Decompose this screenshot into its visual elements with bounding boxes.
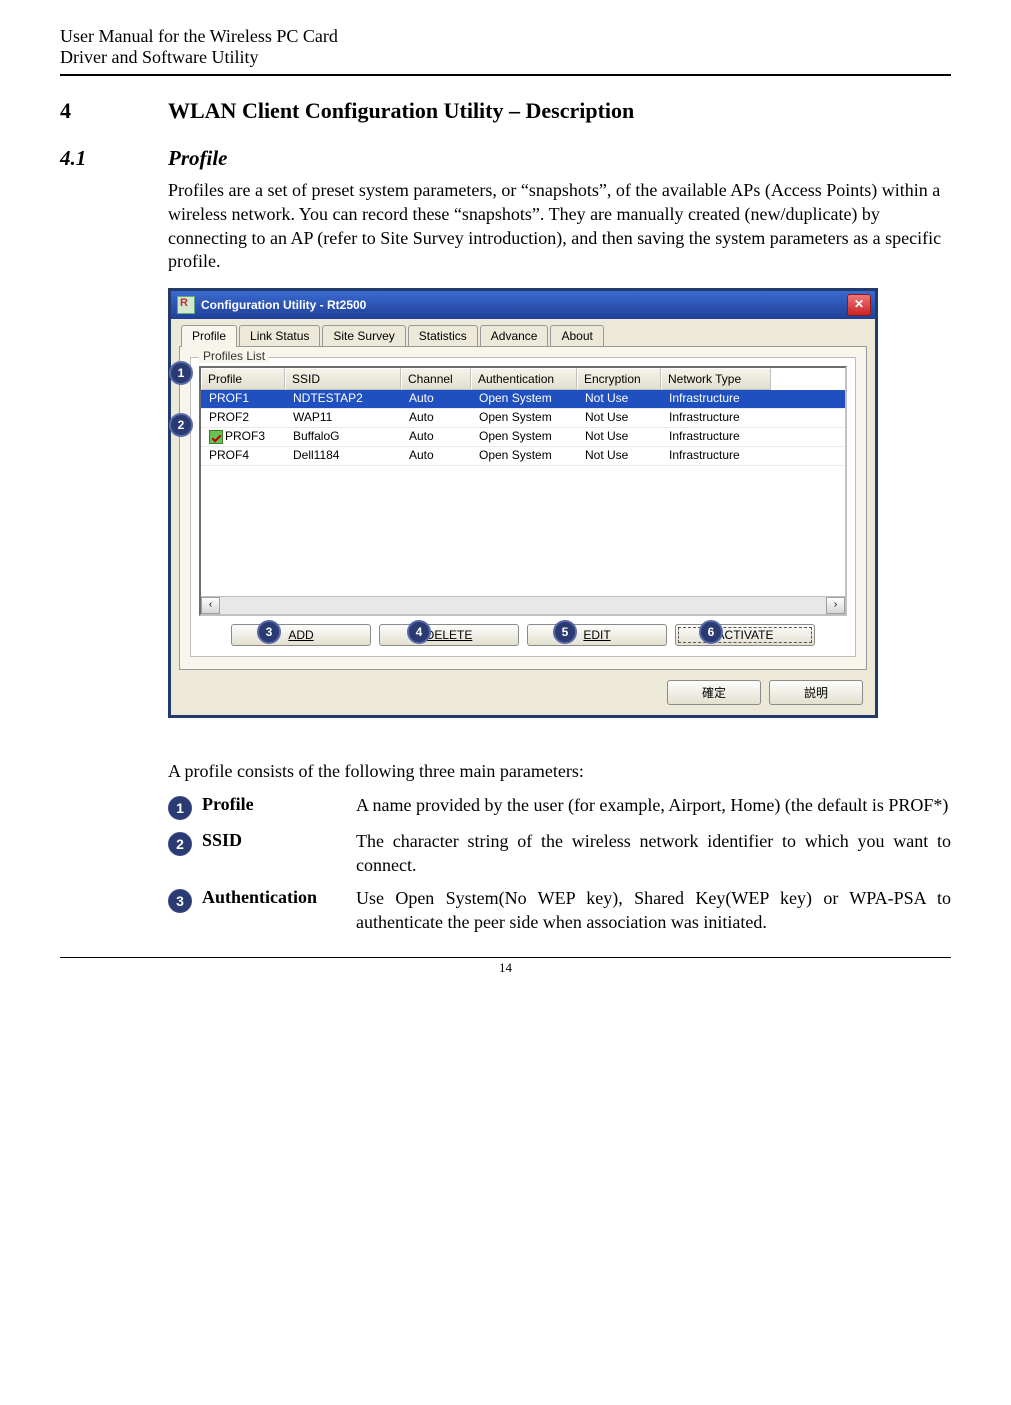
profiles-listview[interactable]: Profile SSID Channel Authentication Encr… [199,366,847,616]
table-cell: Not Use [577,409,661,427]
table-cell: Auto [401,409,471,427]
doc-header-line2: Driver and Software Utility [60,47,951,74]
col-header-profile[interactable]: Profile [201,368,285,390]
callout-1: 1 [169,361,193,385]
table-cell: BuffaloG [285,428,401,446]
param-desc-profile: A name provided by the user (for example… [356,794,951,820]
param-row-authentication: 3 Authentication Use Open System(No WEP … [168,887,951,935]
fieldset-label: Profiles List [199,349,269,363]
table-cell: Open System [471,428,577,446]
table-cell: Dell1184 [285,447,401,465]
bullet-2-icon: 2 [168,832,192,856]
scroll-left-icon[interactable]: ‹ [201,597,220,614]
table-cell: Not Use [577,447,661,465]
profiles-list-fieldset: Profiles List Profile SSID Channel Authe… [190,357,856,657]
close-icon[interactable]: ✕ [847,294,871,316]
page-number: 14 [60,960,951,976]
action-button-row: 3 4 5 6 ADD DELETE EDIT ACTIVATE [199,624,847,646]
tab-statistics[interactable]: Statistics [408,325,478,347]
table-cell: PROF3 [201,428,285,446]
tab-advance[interactable]: Advance [480,325,549,347]
tab-panel-profile: Profiles List Profile SSID Channel Authe… [179,346,867,670]
param-row-profile: 1 Profile A name provided by the user (f… [168,794,951,820]
window-titlebar: Configuration Utility - Rt2500 ✕ [171,291,875,319]
active-check-icon [209,430,223,444]
callout-5: 5 [553,620,577,644]
table-cell: Infrastructure [661,409,771,427]
tab-profile[interactable]: Profile [181,325,237,347]
intro-paragraph-2: A profile consists of the following thre… [168,760,951,784]
col-header-channel[interactable]: Channel [401,368,471,390]
horizontal-scrollbar[interactable]: ‹ › [201,596,845,614]
footer-rule [60,957,951,958]
callout-2: 2 [169,413,193,437]
tab-site-survey[interactable]: Site Survey [322,325,405,347]
activate-button[interactable]: ACTIVATE [675,624,815,646]
activate-button-label: ACTIVATE [717,628,774,642]
dialog-bottom-buttons: 確定 説明 [179,670,867,707]
table-cell: Open System [471,390,577,408]
help-button[interactable]: 説明 [769,680,863,705]
table-cell: WAP11 [285,409,401,427]
table-cell: Not Use [577,390,661,408]
section-number: 4 [60,98,168,124]
table-cell: Infrastructure [661,390,771,408]
edit-button-label: EDIT [583,628,610,642]
table-cell: NDTESTAP2 [285,390,401,408]
callout-6: 6 [699,620,723,644]
empty-list-area [201,466,845,596]
param-desc-ssid: The character string of the wireless net… [356,830,951,878]
table-cell: Not Use [577,428,661,446]
col-header-network-type[interactable]: Network Type [661,368,771,390]
table-row[interactable]: PROF4Dell1184AutoOpen SystemNot UseInfra… [201,447,845,466]
table-cell: Auto [401,428,471,446]
table-row[interactable]: PROF3BuffaloGAutoOpen SystemNot UseInfra… [201,428,845,447]
scroll-right-icon[interactable]: › [826,597,845,614]
bullet-3-icon: 3 [168,889,192,913]
col-header-encryption[interactable]: Encryption [577,368,661,390]
param-row-ssid: 2 SSID The character string of the wirel… [168,830,951,878]
subsection-title: Profile [168,146,227,171]
ok-button[interactable]: 確定 [667,680,761,705]
table-row[interactable]: PROF1NDTESTAP2AutoOpen SystemNot UseInfr… [201,390,845,409]
doc-header-line1: User Manual for the Wireless PC Card [60,26,951,47]
param-label-authentication: Authentication [192,887,356,935]
param-label-profile: Profile [192,794,356,820]
tab-strip: Profile Link Status Site Survey Statisti… [181,325,867,347]
table-cell: Auto [401,390,471,408]
edit-button[interactable]: EDIT [527,624,667,646]
table-cell: PROF4 [201,447,285,465]
section-title: WLAN Client Configuration Utility – Desc… [168,98,634,124]
tab-about[interactable]: About [550,325,603,347]
tab-link-status[interactable]: Link Status [239,325,320,347]
table-cell: PROF2 [201,409,285,427]
config-utility-window: Configuration Utility - Rt2500 ✕ 1 2 Pro… [168,288,878,718]
add-button-label: ADD [288,628,313,642]
table-cell: PROF1 [201,390,285,408]
table-cell: Infrastructure [661,447,771,465]
delete-button-label: DELETE [426,628,473,642]
param-desc-authentication: Use Open System(No WEP key), Shared Key(… [356,887,951,935]
app-icon [177,296,195,314]
col-header-ssid[interactable]: SSID [285,368,401,390]
table-cell: Auto [401,447,471,465]
scroll-thumb-area[interactable] [220,598,826,613]
table-cell: Open System [471,409,577,427]
table-cell: Infrastructure [661,428,771,446]
subsection-number: 4.1 [60,146,168,171]
table-cell: Open System [471,447,577,465]
intro-paragraph: Profiles are a set of preset system para… [168,179,951,274]
delete-button[interactable]: DELETE [379,624,519,646]
col-header-authentication[interactable]: Authentication [471,368,577,390]
param-label-ssid: SSID [192,830,356,878]
callout-4: 4 [407,620,431,644]
table-row[interactable]: PROF2WAP11AutoOpen SystemNot UseInfrastr… [201,409,845,428]
window-title: Configuration Utility - Rt2500 [201,298,366,312]
list-headers: Profile SSID Channel Authentication Encr… [201,368,845,390]
add-button[interactable]: ADD [231,624,371,646]
bullet-1-icon: 1 [168,796,192,820]
callout-3: 3 [257,620,281,644]
header-rule [60,74,951,76]
